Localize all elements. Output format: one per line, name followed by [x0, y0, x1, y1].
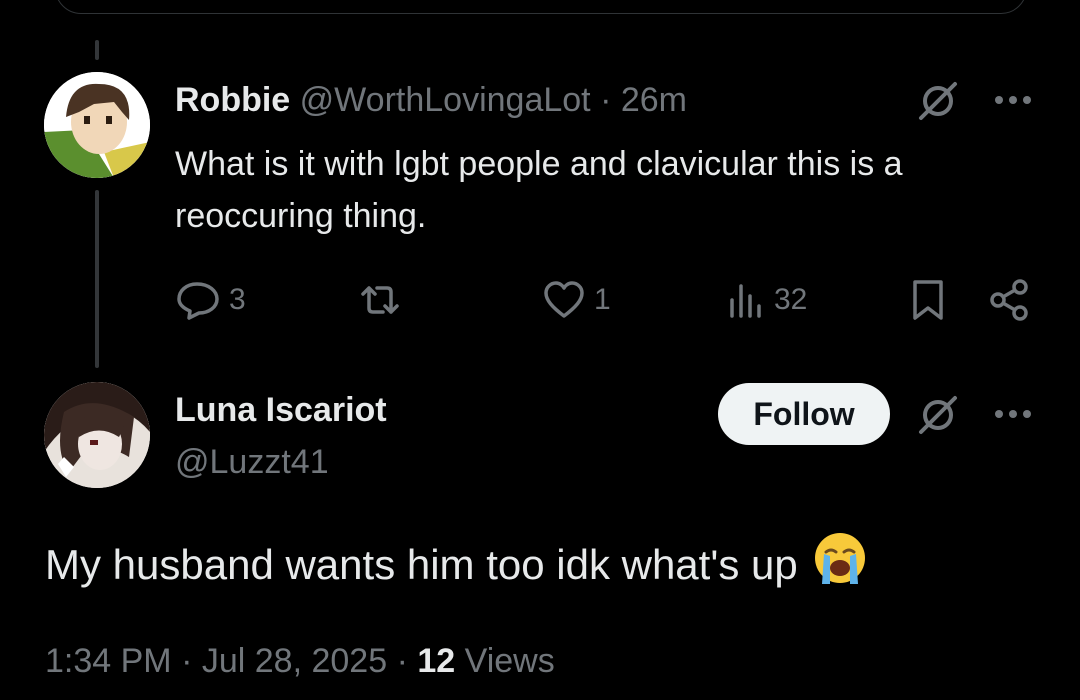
tweet-date[interactable]: Jul 28, 2025 — [202, 642, 387, 680]
reply-author-name[interactable]: Robbie — [175, 81, 290, 119]
more-icon[interactable] — [990, 90, 1036, 110]
views-icon — [726, 280, 766, 320]
like-button[interactable]: 1 — [542, 280, 611, 320]
tweet-views-count[interactable]: 12 — [417, 642, 455, 680]
reply-time[interactable]: 26m — [621, 81, 687, 119]
reply-icon — [175, 280, 221, 320]
tweet-views-label: Views — [464, 642, 555, 680]
reply-avatar[interactable] — [44, 72, 150, 178]
main-text-body: My husband wants him too idk what's up — [45, 541, 798, 588]
meta-separator: · — [181, 642, 193, 680]
main-handle[interactable]: @Luzzt41 — [175, 440, 329, 484]
tweet-meta: 1:34 PM · Jul 28, 2025 · 12 Views — [45, 638, 555, 684]
main-author-name[interactable]: Luna Iscariot — [175, 388, 387, 432]
main-text: My husband wants him too idk what's up — [45, 530, 868, 600]
retweet-button[interactable] — [355, 280, 413, 320]
composer-box[interactable] — [55, 0, 1027, 14]
like-icon — [542, 280, 586, 320]
reply-text: What is it with lgbt people and clavicul… — [175, 145, 903, 235]
bookmark-button[interactable] — [908, 278, 948, 322]
reply-action-bar: 3 1 32 — [0, 272, 1080, 324]
views-count: 32 — [774, 283, 808, 316]
grok-icon[interactable] — [915, 392, 961, 438]
main-avatar[interactable] — [44, 382, 150, 488]
tweet-time[interactable]: 1:34 PM — [45, 642, 172, 680]
reply-count: 3 — [229, 283, 246, 316]
like-count: 1 — [594, 283, 611, 316]
grok-icon[interactable] — [915, 78, 961, 124]
follow-button[interactable]: Follow — [718, 383, 890, 445]
reply-button[interactable]: 3 — [175, 280, 246, 320]
meta-separator: · — [396, 642, 408, 680]
crying-face-emoji-icon — [812, 530, 868, 600]
more-icon[interactable] — [990, 404, 1036, 424]
share-icon — [988, 278, 1032, 322]
views-button[interactable]: 32 — [726, 280, 807, 320]
thread-line-top — [95, 40, 99, 60]
bookmark-icon — [908, 278, 948, 322]
share-button[interactable] — [988, 278, 1032, 322]
reply-separator: · — [600, 81, 612, 119]
reply-header: Robbie @WorthLovingaLot · 26m — [175, 78, 687, 122]
retweet-icon — [355, 280, 405, 320]
reply-handle[interactable]: @WorthLovingaLot — [300, 81, 591, 119]
